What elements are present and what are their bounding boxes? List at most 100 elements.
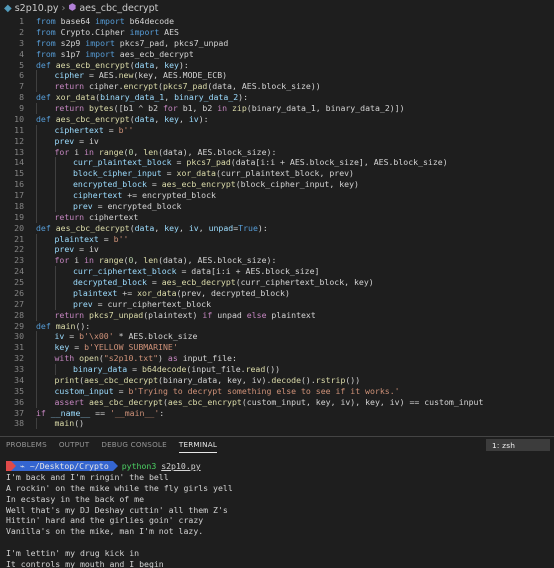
code-line[interactable]: 12 prev = iv — [0, 135, 554, 147]
code-token: import — [85, 48, 115, 59]
code-line[interactable]: 15 block_cipher_input = xor_data(curr_pla… — [0, 168, 554, 180]
code-line[interactable]: 26 plaintext += xor_data(prev, decrypted_… — [0, 287, 554, 299]
code-token: zip — [232, 103, 247, 113]
code-line[interactable]: 30 iv = b'\x00' * AES.block_size — [0, 331, 554, 343]
code-line[interactable]: 1 from base64 import b64decode — [0, 16, 554, 27]
code-text: assert aes_cbc_decrypt(aes_cbc_encrypt(c… — [36, 396, 554, 408]
code-line[interactable]: 23 for i in range(0, len(data), AES.block… — [0, 255, 554, 267]
indent-guide — [36, 364, 37, 375]
line-number: 27 — [14, 298, 24, 309]
code-text: if __name__ == '__main__': — [36, 408, 554, 419]
code-line[interactable]: 28 return pkcs7_unpad(plaintext) if unpad… — [0, 309, 554, 321]
code-line[interactable]: 16 encrypted_block = aes_ecb_encrypt(bloc… — [0, 179, 554, 190]
indent-guide — [36, 168, 37, 180]
code-token: from — [36, 37, 56, 48]
code-token: base64 — [55, 16, 96, 26]
terminal-select[interactable]: 1: zsh — [486, 439, 550, 451]
code-line[interactable]: 2 from Crypto.Cipher import AES — [0, 27, 554, 38]
code-token: if — [202, 309, 213, 320]
line-number: 16 — [14, 179, 24, 190]
line-number: 8 — [19, 92, 24, 103]
code-token: for — [54, 255, 70, 266]
code-token: decrypted_block — [73, 277, 147, 287]
code-text: prev = iv — [36, 244, 554, 256]
code-line[interactable]: 19 return ciphertext — [0, 211, 554, 223]
code-line[interactable]: 25 decrypted_block = aes_ecb_decrypt(curr… — [0, 277, 554, 288]
tab-debug-console[interactable]: DEBUG CONSOLE — [101, 437, 167, 453]
code-line[interactable]: 22 prev = iv — [0, 244, 554, 256]
code-line[interactable]: 14 curr_plaintext_block = pkcs7_pad(data[… — [0, 157, 554, 169]
code-line[interactable]: 21 plaintext = b'' — [0, 233, 554, 245]
code-text: cipher = AES.new(key, AES.MODE_ECB) — [36, 70, 554, 82]
code-token: (). — [301, 374, 316, 385]
code-line[interactable]: 6 cipher = AES.new(key, AES.MODE_ECB) — [0, 70, 554, 82]
prompt-end-icon — [112, 461, 118, 472]
code-token: ): — [198, 113, 209, 124]
code-token: = iv — [74, 244, 99, 255]
code-text: main() — [36, 418, 554, 430]
breadcrumb-symbol[interactable]: aes_cbc_decrypt — [79, 3, 158, 14]
code-line[interactable]: 36 assert aes_cbc_decrypt(aes_cbc_encrypt… — [0, 396, 554, 408]
code-line[interactable]: 34 print(aes_cbc_decrypt(binary_data, key… — [0, 374, 554, 386]
indent-guide — [36, 157, 37, 169]
code-text: plaintext += xor_data(prev, decrypted_bl… — [36, 287, 554, 299]
code-line[interactable]: 33 binary_data = b64decode(input_file.rea… — [0, 364, 554, 375]
code-token: key — [164, 59, 179, 70]
line-number: 2 — [19, 26, 24, 37]
code-token: b'Trying to decrypt something else to se… — [128, 385, 400, 396]
code-line[interactable]: 29 def main(): — [0, 321, 554, 332]
code-token: xor_data — [55, 92, 96, 103]
code-token: return — [54, 81, 85, 92]
code-line[interactable]: 10 def aes_cbc_encrypt(data, key, iv): — [0, 114, 554, 125]
code-line[interactable]: 13 for i in range(0, len(data), AES.block… — [0, 146, 554, 158]
code-line[interactable]: 38 main() — [0, 418, 554, 430]
breadcrumb-file[interactable]: s2p10.py — [15, 3, 59, 14]
code-token: s2p9 — [55, 37, 86, 48]
code-line[interactable]: 35 custom_input = b'Trying to decrypt som… — [0, 385, 554, 397]
code-token: = — [98, 233, 114, 244]
indent-guide — [36, 385, 37, 397]
code-text: with open("s2p10.txt") as input_file: — [36, 353, 554, 364]
code-line[interactable]: 27 prev = curr_ciphertext_block — [0, 298, 554, 310]
code-text: prev = curr_ciphertext_block — [36, 298, 554, 310]
vscode-window: ◆ s2p10.py › ⬢ aes_cbc_decrypt 1 from bas… — [0, 0, 554, 568]
code-line[interactable]: 37 if __name__ == '__main__': — [0, 408, 554, 419]
code-line[interactable]: 18 prev = encrypted_block — [0, 200, 554, 212]
line-number: 20 — [14, 222, 24, 233]
code-line[interactable]: 31 key = b'YELLOW SUBMARINE' — [0, 342, 554, 354]
tab-terminal[interactable]: TERMINAL — [178, 437, 218, 453]
code-line[interactable]: 5 def aes_ecb_encrypt(data, key): — [0, 60, 554, 71]
code-line[interactable]: 7 return cipher.encrypt(pkcs7_pad(data, A… — [0, 81, 554, 93]
code-token: (binary_data_1, binary_data_2)]) — [246, 103, 405, 113]
code-line[interactable]: 3 from s2p9 import pkcs7_pad, pkcs7_unpad — [0, 38, 554, 49]
indent-guide — [36, 374, 37, 386]
code-line[interactable]: 32 with open("s2p10.txt") as input_file: — [0, 353, 554, 364]
indent-guide — [36, 298, 37, 310]
line-number: 9 — [19, 103, 24, 113]
code-line[interactable]: 20 def aes_cbc_decrypt(data, key, iv, unp… — [0, 223, 554, 234]
terminal[interactable]: ⌁ ~/Desktop/Crypto python3 s2p10.py I'm … — [0, 453, 554, 568]
code-line[interactable]: 17 ciphertext += encrypted_block — [0, 190, 554, 201]
code-line[interactable]: 11 ciphertext = b'' — [0, 124, 554, 136]
line-number: 14 — [14, 157, 24, 168]
breadcrumb: ◆ s2p10.py › ⬢ aes_cbc_decrypt — [0, 0, 554, 16]
code-line[interactable]: 24 curr_ciphertext_block = data[i:i + AES… — [0, 266, 554, 277]
indent-guide — [54, 364, 56, 375]
panel-tab-bar: PROBLEMS OUTPUT DEBUG CONSOLE TERMINAL 1: zs… — [0, 437, 554, 453]
tab-output[interactable]: OUTPUT — [59, 437, 90, 453]
code-line[interactable]: 4 from s1p7 import aes_ecb_decrypt — [0, 49, 554, 60]
code-token: range — [98, 146, 124, 157]
tab-problems[interactable]: PROBLEMS — [6, 437, 47, 453]
code-text: iv = b'\x00' * AES.block_size — [36, 331, 554, 343]
code-token: (data), AES.block_size): — [158, 255, 277, 266]
code-token: main — [54, 418, 75, 429]
code-token: = data[i:i + AES.block_size] — [176, 266, 320, 277]
code-line[interactable]: 8 def xor_data(binary_data_1, binary_data… — [0, 92, 554, 103]
code-line[interactable]: 9 return bytes([b1 ^ b2 for b1, b2 in zip… — [0, 103, 554, 114]
code-editor[interactable]: 1 from base64 import b64decode 2 from Crypt… — [0, 16, 554, 436]
code-token: Crypto.Cipher — [55, 26, 130, 37]
code-token: = encrypted_block — [92, 200, 182, 211]
code-token: == — [90, 407, 110, 418]
code-token: import — [95, 16, 125, 26]
code-token: , — [179, 113, 189, 124]
